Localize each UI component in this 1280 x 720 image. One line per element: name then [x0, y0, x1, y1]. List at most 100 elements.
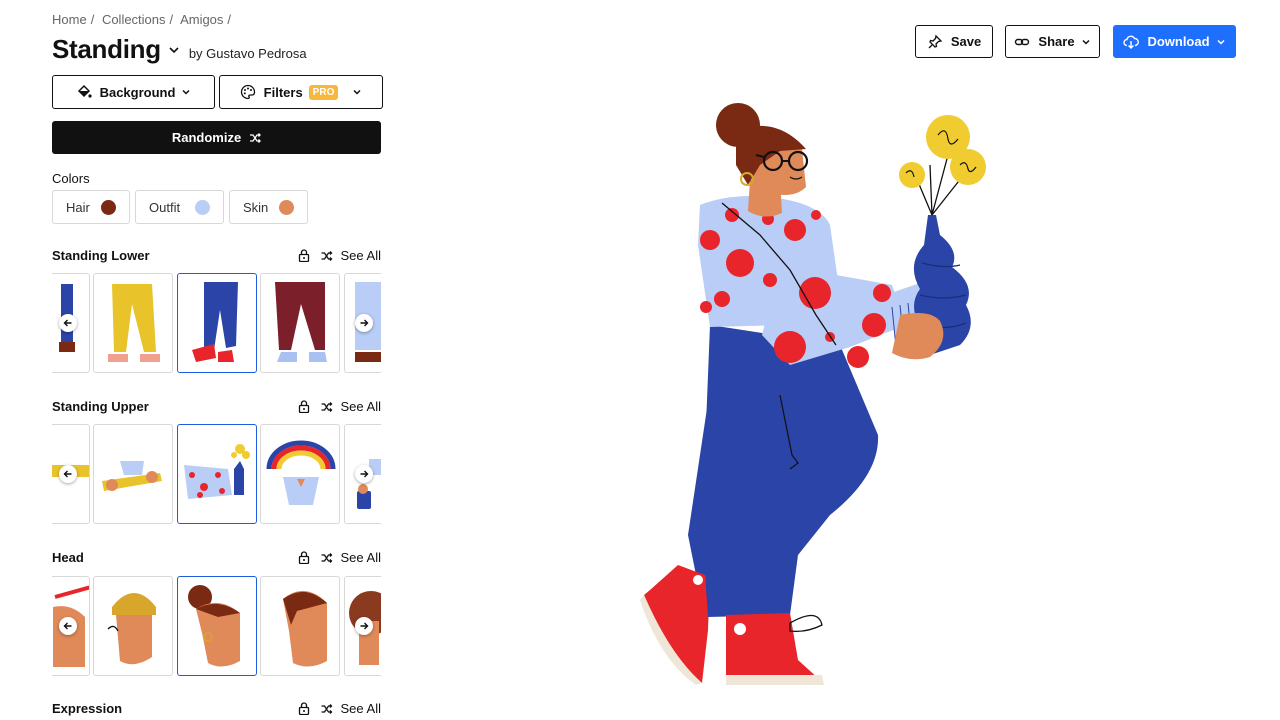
- arrow-right-icon: [360, 319, 369, 327]
- arrow-left-icon: [63, 470, 72, 478]
- save-label: Save: [950, 34, 982, 49]
- lock-icon[interactable]: [298, 400, 310, 413]
- skin-label: Skin: [243, 199, 269, 215]
- chevron-down-icon: [1082, 39, 1090, 45]
- shuffle-icon[interactable]: [320, 703, 333, 715]
- upper-option-card[interactable]: [260, 424, 340, 524]
- outfit-color-swatch: [195, 199, 210, 215]
- save-button[interactable]: Save: [915, 25, 993, 58]
- breadcrumb-collections[interactable]: Collections: [102, 12, 166, 27]
- chevron-down-icon[interactable]: [169, 43, 179, 57]
- arrow-left-icon: [63, 319, 72, 327]
- section-tools: See All: [288, 701, 381, 716]
- skin-color-swatch: [279, 199, 294, 215]
- carousel-prev-button[interactable]: [59, 465, 77, 483]
- head-option-thumbnail: [107, 593, 156, 665]
- author-credit[interactable]: by Gustavo Pedrosa: [189, 46, 307, 61]
- head-option-card[interactable]: [260, 576, 340, 676]
- randomize-button[interactable]: Randomize: [52, 121, 381, 154]
- outfit-color-chip[interactable]: Outfit: [135, 190, 224, 224]
- breadcrumb-separator: /: [227, 12, 232, 27]
- section-tools: See All: [288, 550, 381, 565]
- carousel-prev-button[interactable]: [59, 617, 77, 635]
- colors-label: Colors: [52, 171, 90, 186]
- shuffle-icon: [250, 132, 262, 143]
- standing-lower-carousel: [52, 273, 381, 375]
- front-shoe-sole: [726, 675, 824, 685]
- section-title: Standing Upper: [52, 399, 149, 414]
- carousel-next-button[interactable]: [355, 465, 373, 483]
- carousel-next-button[interactable]: [355, 314, 373, 332]
- pro-badge: PRO: [308, 84, 339, 100]
- download-button[interactable]: Download: [1113, 25, 1236, 58]
- breadcrumb: Home / Collections / Amigos /: [52, 12, 235, 27]
- background-button[interactable]: Background: [52, 75, 215, 109]
- see-all-link[interactable]: See All: [341, 248, 381, 263]
- arrow-left-icon: [63, 622, 72, 630]
- upper-option-thumbnail: [184, 444, 250, 499]
- breadcrumb-separator: /: [169, 12, 174, 27]
- randomize-label: Randomize: [171, 130, 242, 145]
- lower-option-card[interactable]: [260, 273, 340, 373]
- upper-option-card[interactable]: [93, 424, 173, 524]
- arrow-right-icon: [360, 470, 369, 478]
- share-label: Share: [1038, 34, 1075, 49]
- download-label: Download: [1147, 34, 1210, 49]
- hair-color-swatch: [101, 199, 116, 215]
- breadcrumb-amigos[interactable]: Amigos: [180, 12, 223, 27]
- filters-button[interactable]: Filters PRO: [219, 75, 383, 109]
- arrow-right-icon: [360, 622, 369, 630]
- hair-color-chip[interactable]: Hair: [52, 190, 130, 224]
- lower-option-thumbnail: [275, 282, 327, 362]
- section-tools: See All: [288, 399, 381, 414]
- chevron-down-icon: [1217, 39, 1225, 45]
- carousel-prev-button[interactable]: [59, 314, 77, 332]
- section-title: Head: [52, 550, 84, 565]
- head-option-card[interactable]: [93, 576, 173, 676]
- hair-bun: [716, 103, 760, 147]
- lock-icon[interactable]: [298, 551, 310, 564]
- head-option-thumbnail: [188, 585, 240, 667]
- section-title: Expression: [52, 701, 123, 716]
- upper-option-thumbnail: [102, 461, 162, 491]
- shuffle-icon[interactable]: [320, 552, 333, 564]
- head-option-thumbnail: [283, 590, 327, 667]
- upper-option-card-selected[interactable]: [177, 424, 257, 524]
- section-standing-lower-header: Standing Lower See All: [52, 248, 381, 263]
- lock-icon[interactable]: [298, 249, 310, 262]
- see-all-link[interactable]: See All: [341, 701, 381, 716]
- see-all-link[interactable]: See All: [341, 399, 381, 414]
- standing-upper-carousel: [52, 424, 381, 526]
- pants-front-leg: [703, 325, 879, 617]
- shuffle-icon[interactable]: [320, 401, 333, 413]
- lower-option-card[interactable]: [93, 273, 173, 373]
- paint-bucket-icon: [77, 84, 92, 98]
- lower-option-card-selected[interactable]: [177, 273, 257, 373]
- head-option-card-selected[interactable]: [177, 576, 257, 676]
- section-head-header: Head See All: [52, 550, 381, 565]
- link-icon: [1015, 38, 1030, 45]
- chevron-down-icon: [353, 89, 361, 95]
- page-title[interactable]: Standing: [52, 34, 161, 65]
- breadcrumb-home[interactable]: Home: [52, 12, 87, 27]
- lower-option-thumbnail: [192, 282, 238, 362]
- carousel-next-button[interactable]: [355, 617, 373, 635]
- section-standing-upper-header: Standing Upper See All: [52, 399, 381, 414]
- pin-icon: [928, 34, 943, 48]
- breadcrumb-separator: /: [90, 12, 95, 27]
- chevron-down-icon: [182, 89, 190, 95]
- lock-icon[interactable]: [298, 702, 310, 715]
- section-expression-header: Expression See All: [52, 701, 381, 716]
- upper-option-thumbnail: [266, 440, 336, 505]
- skin-color-chip[interactable]: Skin: [229, 190, 308, 224]
- lower-option-thumbnail: [108, 284, 160, 362]
- share-button[interactable]: Share: [1005, 25, 1100, 58]
- character-illustration: [640, 103, 986, 685]
- section-tools: See All: [288, 248, 381, 263]
- see-all-link[interactable]: See All: [341, 550, 381, 565]
- background-label: Background: [99, 84, 176, 100]
- head-carousel: [52, 576, 381, 678]
- cloud-download-icon: [1123, 35, 1140, 49]
- shuffle-icon[interactable]: [320, 250, 333, 262]
- hair-label: Hair: [66, 199, 90, 215]
